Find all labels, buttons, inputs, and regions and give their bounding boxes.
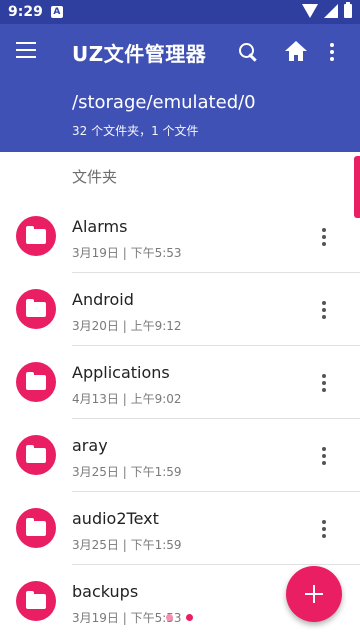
wifi-icon bbox=[302, 4, 318, 18]
plus-icon-vertical bbox=[313, 585, 315, 603]
page-indicator-dot-active bbox=[186, 614, 193, 621]
add-fab-button[interactable] bbox=[286, 566, 342, 622]
path-summary: 32 个文件夹，1 个文件 bbox=[72, 124, 199, 138]
folder-icon bbox=[16, 362, 56, 402]
menu-icon[interactable] bbox=[16, 42, 36, 62]
more-vert-icon[interactable] bbox=[324, 38, 340, 66]
status-bar: 9:29 A bbox=[0, 0, 360, 24]
list-item[interactable]: audio2Text 3月25日 | 下午1:59 bbox=[0, 492, 360, 565]
item-more-icon[interactable] bbox=[320, 520, 328, 540]
app-bar: UZ文件管理器 bbox=[0, 24, 360, 80]
folder-icon bbox=[16, 216, 56, 256]
status-icons bbox=[302, 2, 352, 18]
folder-meta: 3月19日 | 下午5:53 bbox=[72, 246, 182, 260]
folder-meta: 4月13日 | 上午9:02 bbox=[72, 392, 182, 406]
signal-icon bbox=[324, 4, 338, 18]
folder-meta: 3月25日 | 下午1:59 bbox=[72, 465, 182, 479]
item-more-icon[interactable] bbox=[320, 301, 328, 321]
folder-name: Alarms bbox=[72, 217, 128, 236]
item-more-icon[interactable] bbox=[320, 228, 328, 248]
folder-name: backups bbox=[72, 582, 139, 601]
list-item[interactable]: Android 3月20日 | 上午9:12 bbox=[0, 273, 360, 346]
page-indicator-dot bbox=[166, 614, 173, 621]
folder-icon bbox=[16, 581, 56, 621]
item-more-icon[interactable] bbox=[320, 374, 328, 394]
notification-icon: A bbox=[50, 6, 63, 18]
current-path[interactable]: /storage/emulated/0 bbox=[72, 92, 256, 113]
item-more-icon[interactable] bbox=[320, 447, 328, 467]
folder-name: aray bbox=[72, 436, 108, 455]
battery-icon bbox=[344, 2, 352, 18]
search-icon[interactable] bbox=[234, 38, 262, 66]
folder-name: Android bbox=[72, 290, 134, 309]
folder-meta: 3月25日 | 下午1:59 bbox=[72, 538, 182, 552]
app-title: UZ文件管理器 bbox=[72, 42, 207, 66]
home-icon[interactable] bbox=[282, 38, 310, 66]
list-item[interactable]: Applications 4月13日 | 上午9:02 bbox=[0, 346, 360, 419]
folder-icon bbox=[16, 289, 56, 329]
folder-name: Applications bbox=[72, 363, 170, 382]
list-item[interactable]: aray 3月25日 | 下午1:59 bbox=[0, 419, 360, 492]
path-header: /storage/emulated/0 32 个文件夹，1 个文件 bbox=[0, 80, 360, 152]
section-label: 文件夹 bbox=[72, 168, 118, 186]
folder-meta: 3月20日 | 上午9:12 bbox=[72, 319, 182, 333]
folder-icon bbox=[16, 508, 56, 548]
list-item[interactable]: Alarms 3月19日 | 下午5:53 bbox=[0, 200, 360, 273]
folder-name: audio2Text bbox=[72, 509, 159, 528]
status-time: 9:29 bbox=[8, 4, 43, 20]
folder-icon bbox=[16, 435, 56, 475]
